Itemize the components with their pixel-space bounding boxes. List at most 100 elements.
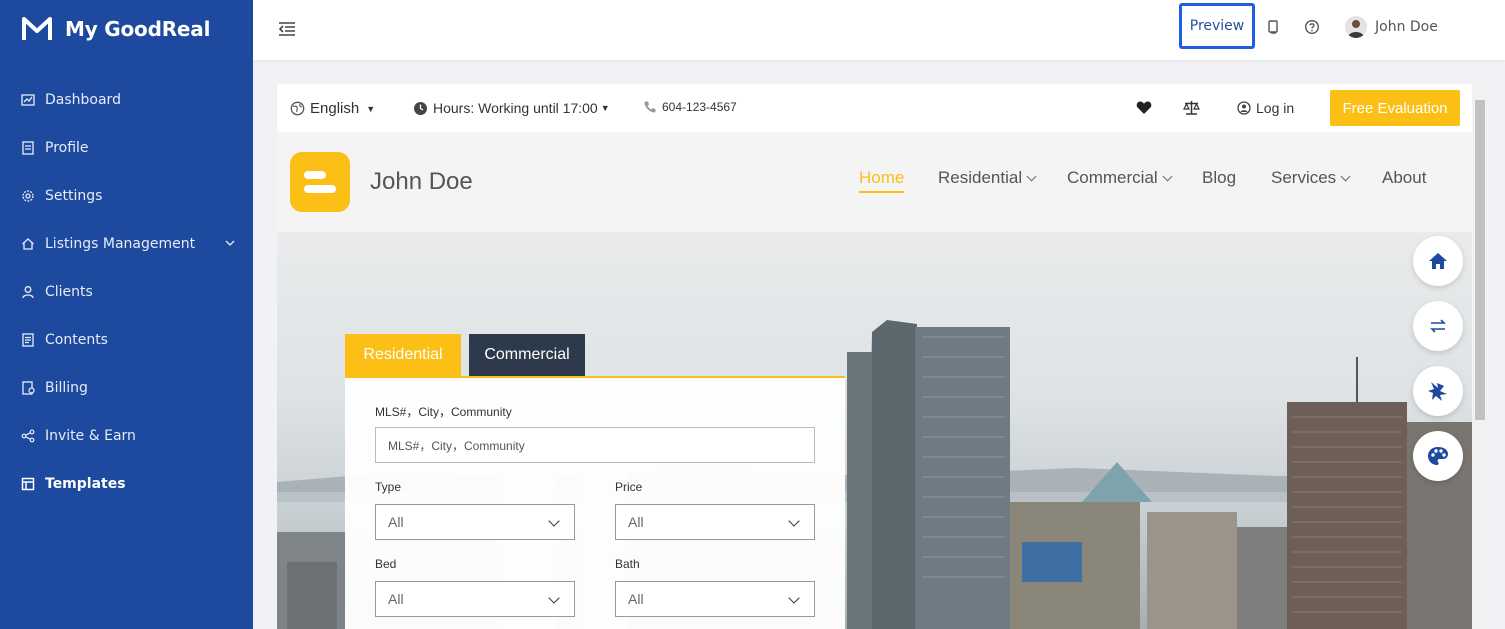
sidebar-item-label: Templates [45,476,126,492]
puzzle-fab-button[interactable] [1413,366,1463,416]
user-circle-icon [1237,101,1251,115]
bath-label: Bath [615,557,640,571]
sidebar-item-label: Dashboard [45,92,121,108]
chevron-down-icon [1026,171,1037,181]
collapse-menu-icon[interactable] [277,19,297,39]
sidebar-nav: Dashboard Profile Settings Listings Mana… [0,76,253,508]
theme-fab-button[interactable] [1413,431,1463,481]
document-icon [21,333,35,347]
bath-select[interactable]: All [615,581,815,617]
nav-blog[interactable]: Blog [1202,168,1236,188]
site-top-bar: English ▼ Hours: Working until 17:00 ▼ 6… [277,84,1472,132]
sidebar-item-label: Profile [45,140,89,156]
share-icon [21,429,35,443]
chart-icon [21,93,35,107]
clock-icon [414,101,427,115]
free-evaluation-button[interactable]: Free Evaluation [1330,90,1460,126]
sidebar-item-dashboard[interactable]: Dashboard [0,76,253,124]
sidebar-item-contents[interactable]: Contents [0,316,253,364]
logo-icon [22,17,52,40]
chevron-down-icon [1340,171,1351,181]
price-select[interactable]: All [615,504,815,540]
chevron-down-icon [548,592,560,604]
gear-icon [21,189,35,203]
chevron-down-icon [1162,171,1173,181]
sidebar-item-invite-earn[interactable]: Invite & Earn [0,412,253,460]
hours-label: Hours: Working until 17:00 [433,100,598,116]
type-value: All [388,514,404,530]
type-select[interactable]: All [375,504,575,540]
phone-link[interactable]: 604-123-4567 [643,100,737,114]
top-bar: Preview John Doe [253,0,1505,60]
sidebar-item-clients[interactable]: Clients [0,268,253,316]
sidebar-item-label: Settings [45,188,103,204]
home-icon [1429,253,1447,269]
caret-down-icon: ▼ [366,103,376,114]
chevron-down-icon [548,515,560,527]
bed-label: Bed [375,557,397,571]
sidebar-item-label: Listings Management [45,236,196,252]
template-icon [21,477,35,491]
swap-fab-button[interactable] [1413,301,1463,351]
sidebar-item-listings-management[interactable]: Listings Management [0,220,253,268]
sidebar-item-profile[interactable]: Profile [0,124,253,172]
help-icon[interactable] [1304,19,1320,35]
preview-button[interactable]: Preview [1179,3,1255,49]
hero-banner: Residential Commercial MLS#，City，Communi… [277,232,1472,629]
template-preview-frame: English ▼ Hours: Working until 17:00 ▼ 6… [277,84,1472,629]
sidebar-item-templates[interactable]: Templates [0,460,253,508]
login-link[interactable]: Log in [1237,100,1294,116]
nav-label: Commercial [1067,168,1158,187]
puzzle-icon [1428,382,1447,401]
sidebar-item-settings[interactable]: Settings [0,172,253,220]
nav-residential[interactable]: Residential [938,168,1037,188]
user-name: John Doe [1375,19,1438,35]
preview-scrollbar[interactable] [1472,84,1488,629]
sidebar-item-label: Contents [45,332,108,348]
document-icon [21,141,35,155]
sidebar-item-label: Clients [45,284,93,300]
user-menu[interactable]: John Doe [1345,16,1438,38]
keyword-input[interactable]: MLS#，City，Community [375,427,815,463]
copy-icon[interactable] [1265,19,1281,35]
billing-icon [21,381,35,395]
user-icon [21,285,35,299]
hours-select[interactable]: Hours: Working until 17:00 ▼ [413,100,610,116]
brand[interactable]: My GoodReal [22,14,210,44]
home-fab-button[interactable] [1413,236,1463,286]
nav-commercial[interactable]: Commercial [1067,168,1173,188]
sidebar-item-billing[interactable]: Billing [0,364,253,412]
swap-icon [1430,319,1446,333]
tab-residential[interactable]: Residential [345,334,461,376]
type-label: Type [375,480,402,494]
keyword-label: MLS#，City，Community [375,405,512,419]
bed-value: All [388,591,404,607]
search-form: MLS#，City，Community MLS#，City，Community … [345,376,845,629]
home-icon [21,237,35,251]
caret-down-icon: ▼ [600,103,610,113]
nav-home[interactable]: Home [859,168,905,193]
chevron-down-icon [788,515,800,527]
nav-label: Services [1271,168,1337,187]
price-label: Price [615,480,643,494]
scrollbar-thumb[interactable] [1475,100,1485,420]
site-logo-icon[interactable] [290,152,350,212]
globe-icon [290,101,305,116]
chevron-down-icon [788,592,800,604]
phone-icon [644,101,656,113]
site-header: John Doe Home Residential Commercial Blo… [277,132,1472,232]
language-label: English [310,100,360,117]
favorite-icon[interactable] [1136,100,1152,118]
nav-services[interactable]: Services [1271,168,1351,188]
language-select[interactable]: English ▼ [290,100,375,117]
tab-commercial[interactable]: Commercial [469,334,585,376]
compare-icon[interactable] [1183,100,1200,118]
sidebar: My GoodReal Dashboard Profile Settings L… [0,0,253,629]
app-name: My GoodReal [65,17,211,41]
bed-select[interactable]: All [375,581,575,617]
sidebar-item-label: Invite & Earn [45,428,136,444]
palette-icon [1428,447,1448,465]
avatar [1345,16,1367,38]
nav-label: Residential [938,168,1023,187]
nav-about[interactable]: About [1382,168,1426,188]
